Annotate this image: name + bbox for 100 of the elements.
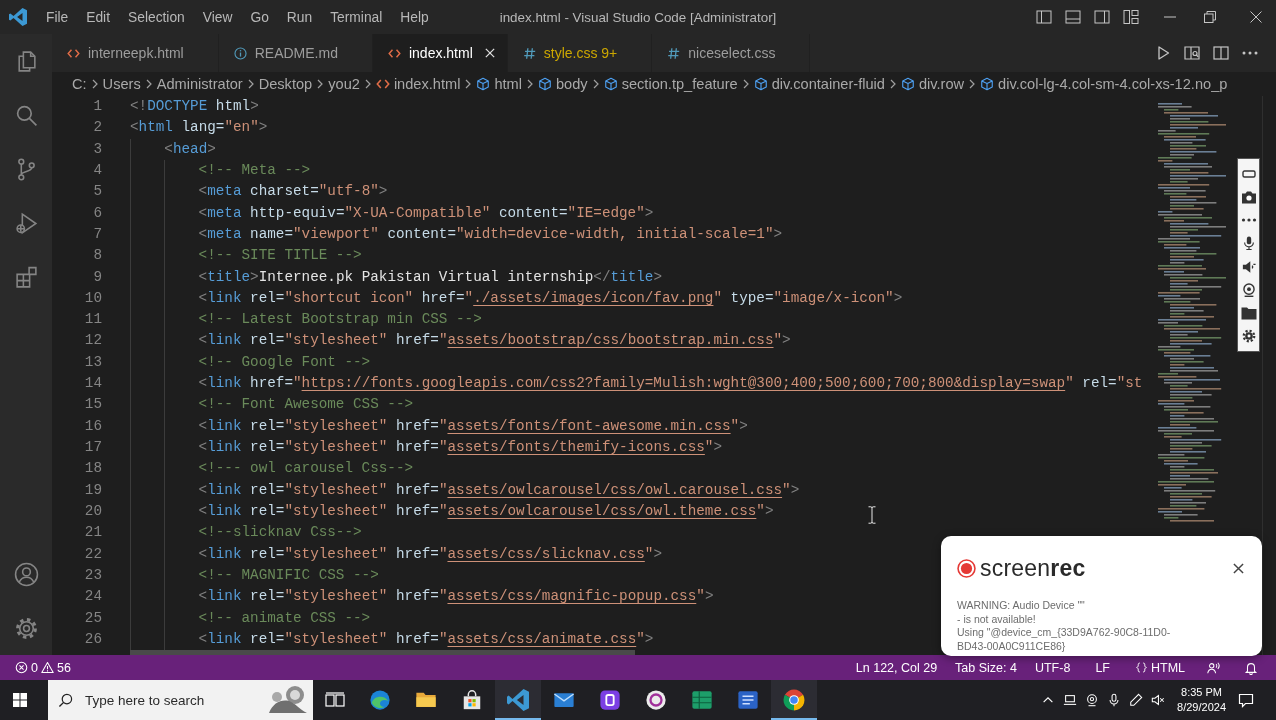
- taskbar-app-button[interactable]: [771, 680, 817, 720]
- breadcrumb-item[interactable]: section.tp_feature: [603, 76, 738, 92]
- taskbar-app-button[interactable]: [495, 680, 541, 720]
- search-icon: [58, 692, 73, 708]
- chevron-right-icon: [592, 79, 599, 89]
- split-preview-icon[interactable]: [1184, 45, 1200, 61]
- customize-layout-icon[interactable]: [1123, 9, 1139, 25]
- line-number: 25: [84, 609, 102, 626]
- pen-icon[interactable]: [1129, 693, 1144, 707]
- line-number: 13: [84, 353, 102, 370]
- menu-item[interactable]: Run: [277, 9, 322, 25]
- code-editor-logo-icon: [9, 8, 27, 26]
- speaker-icon[interactable]: [1240, 259, 1257, 274]
- browser-icon: [783, 689, 805, 711]
- code-line: <link rel="stylesheet" href="assets/owlcarousel/css/owl.theme.css">: [198, 501, 774, 521]
- error-icon: [15, 661, 28, 674]
- folder-icon[interactable]: [1240, 306, 1257, 321]
- chevron-right-icon: [247, 79, 254, 89]
- code-line: <!-- SITE TITLE -->: [198, 246, 362, 266]
- line-number: 16: [84, 417, 102, 434]
- problems-button[interactable]: 0 56: [6, 658, 80, 677]
- line-number: 5: [93, 183, 102, 200]
- code-line: <link rel="shortcut icon" href="./assets/images/icon/fav.png" type="image/x-icon">: [198, 288, 903, 308]
- breadcrumb-item[interactable]: index.html: [375, 76, 461, 92]
- run-icon[interactable]: [1155, 45, 1171, 61]
- window-title: index.html - Visual Studio Code [Administrator]: [499, 9, 777, 25]
- code-line: <link rel="stylesheet" href="assets/css/slicknav.css">: [198, 544, 662, 564]
- breadcrumb-item[interactable]: div.container-fluid: [753, 76, 885, 92]
- cube-icon: [753, 77, 768, 91]
- breadcrumb-item[interactable]: Administrator: [156, 76, 243, 92]
- breadcrumb-item[interactable]: div.row: [900, 76, 965, 92]
- code-line: <!-- Font Awesome CSS -->: [198, 395, 414, 415]
- breadcrumb-item[interactable]: div.col-lg-4.col-sm-4.col-xs-12.no_p: [980, 76, 1228, 92]
- search-field[interactable]: Type here to search: [85, 688, 265, 712]
- record-icon: [957, 558, 976, 578]
- line-number: 24: [84, 588, 102, 605]
- breadcrumb-item[interactable]: C:: [72, 76, 87, 92]
- line-number: 2: [93, 119, 102, 136]
- bell-icon[interactable]: [1244, 660, 1258, 675]
- breadcrumb-item[interactable]: Users: [102, 76, 141, 92]
- breadcrumb-item[interactable]: you2: [328, 76, 360, 92]
- info-icon: [233, 46, 247, 60]
- account-icon[interactable]: [13, 561, 39, 587]
- webcam-icon[interactable]: [1085, 693, 1100, 707]
- cube-icon: [603, 77, 618, 91]
- split-editor-icon[interactable]: [1213, 45, 1229, 61]
- task-view-icon[interactable]: [325, 692, 345, 708]
- encoding-button[interactable]: UTF-8: [1025, 658, 1080, 677]
- menu-item[interactable]: Go: [241, 9, 278, 25]
- webcam-icon[interactable]: [1240, 282, 1257, 297]
- line-ending-button[interactable]: LF: [1079, 658, 1126, 677]
- notification-icon[interactable]: [1238, 692, 1254, 708]
- search-box[interactable]: Type here to search: [48, 680, 313, 720]
- line-number: 20: [84, 502, 102, 519]
- code-line: <link rel="stylesheet" href="assets/css/animate.css">: [198, 629, 654, 649]
- line-number: 11: [84, 311, 102, 328]
- menu-item[interactable]: View: [193, 9, 242, 25]
- restore-icon[interactable]: [1204, 11, 1216, 23]
- panel-layout-icon[interactable]: [1065, 9, 1081, 25]
- breadcrumb-item[interactable]: html: [476, 76, 522, 92]
- menu-item[interactable]: File: [37, 9, 78, 25]
- language-button[interactable]: HTML: [1125, 658, 1194, 677]
- code-line: <!-- Google Font -->: [198, 352, 371, 372]
- cursor-position-button[interactable]: Ln 122, Col 29: [846, 658, 947, 677]
- code-line: <!-- animate CSS -->: [198, 608, 371, 628]
- breadcrumb-item[interactable]: Desktop: [258, 76, 313, 92]
- settings-icon[interactable]: [1240, 329, 1257, 344]
- windows-start-icon[interactable]: [12, 692, 28, 708]
- code-line: <!--- owl carousel Css-->: [198, 459, 414, 479]
- line-number: 17: [84, 439, 102, 455]
- laptop-icon[interactable]: [1063, 693, 1078, 707]
- editor-tab[interactable]: index.html: [372, 34, 508, 72]
- indentation-button[interactable]: Tab Size: 4: [946, 658, 1026, 677]
- secondary-sidebar-icon[interactable]: [1094, 9, 1110, 25]
- clock-date[interactable]: 8/29/2024: [1177, 700, 1226, 715]
- cube-icon: [537, 77, 552, 91]
- close-icon[interactable]: [1233, 562, 1244, 574]
- horizontal-scrollbar[interactable]: [130, 650, 635, 655]
- line-number: 10: [84, 289, 102, 306]
- run-debug-icon[interactable]: [13, 210, 39, 236]
- line-number: 15: [84, 396, 102, 413]
- camera-icon[interactable]: [1240, 189, 1257, 204]
- feedback-icon[interactable]: [1206, 660, 1220, 675]
- menu-item[interactable]: Terminal: [321, 9, 392, 25]
- warning-message: WARNING: Audio Device "" - is not available! Using "@device_cm_{33D9A762-90C8-11D0- BD43-00A0C911CE86}: [957, 599, 1172, 653]
- menu-item[interactable]: Help: [391, 9, 438, 25]
- menu-item[interactable]: Selection: [119, 9, 194, 25]
- brand-name: screenrec: [980, 554, 1086, 582]
- code-line: <!-- Meta -->: [198, 160, 311, 180]
- breadcrumb-item[interactable]: body: [537, 76, 588, 92]
- sidebar-layout-icon[interactable]: [1036, 9, 1052, 25]
- line-number: 26: [84, 630, 102, 647]
- speaker-muted-icon[interactable]: [1151, 693, 1166, 707]
- chevron-right-icon: [317, 79, 324, 89]
- extensions-icon[interactable]: [13, 264, 39, 290]
- clock-time[interactable]: 8:35 PM: [1181, 685, 1222, 700]
- text-cursor-icon: [868, 506, 876, 524]
- hash-icon: [522, 46, 536, 60]
- more-icon[interactable]: [1242, 51, 1258, 55]
- menu-item[interactable]: Edit: [77, 9, 119, 25]
